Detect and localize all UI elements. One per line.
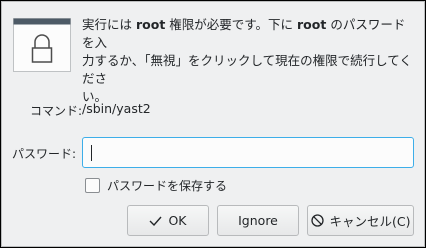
command-label: コマンド: [30, 104, 83, 118]
lock-window-icon [13, 18, 71, 72]
save-password-checkbox[interactable] [85, 178, 100, 193]
cancel-button[interactable]: キャンセル(C) [307, 205, 414, 236]
text-caret [91, 145, 92, 161]
dialog-message: 実行には root 権限が必要です。下に root のパスワードを入 力するか、… [82, 16, 417, 106]
password-label: パスワード: [12, 147, 77, 161]
save-password-option[interactable]: パスワードを保存する [85, 177, 227, 194]
ok-button-label: OK [168, 213, 187, 228]
ok-button[interactable]: OK [127, 205, 209, 236]
message-text: 権限が必要です。下に [165, 17, 298, 32]
checkmark-icon [149, 216, 162, 226]
ignore-button-label: Ignore [238, 213, 278, 228]
root-password-dialog: 実行には root 権限が必要です。下に root のパスワードを入 力するか、… [1, 1, 425, 247]
command-value: /sbin/yast2 [82, 101, 151, 116]
root-emphasis: root [135, 17, 166, 32]
message-text: 実行には [82, 17, 136, 32]
root-emphasis: root [297, 17, 327, 32]
cancel-icon [310, 214, 324, 227]
save-password-label: パスワードを保存する [107, 179, 228, 193]
password-input[interactable] [82, 137, 414, 168]
cancel-button-label: キャンセル(C) [329, 214, 411, 229]
ignore-button[interactable]: Ignore [217, 205, 299, 236]
